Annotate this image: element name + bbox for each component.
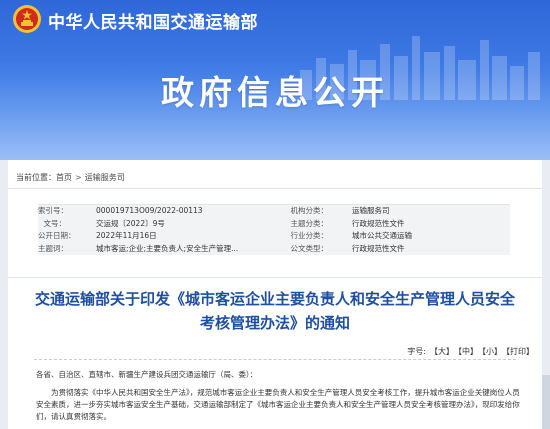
document-type-label: 公文类型： (290, 243, 329, 253)
industry-category-label: 行业分类： (290, 231, 329, 240)
index-number-value: 000019713O09/2022-00113 (96, 206, 203, 215)
font-size-medium-button[interactable]: 【中】 (458, 347, 478, 356)
index-number-label: 索引号： (38, 206, 68, 215)
publish-date-value: 2022年11月16日 (96, 231, 157, 240)
font-size-large-button[interactable]: 【大】 (430, 347, 454, 356)
breadcrumb: 当前位置：首页 > 运输服务司 (16, 172, 125, 183)
document-body: 各省、自治区、直辖市、新疆生产建设兵团交通运输厅（局、委）： 为贯彻落实《中华人… (36, 369, 524, 429)
divider (8, 188, 542, 189)
banner-title: 政府信息公开 (161, 73, 389, 112)
industry-category-value: 城市公共交通运输 (352, 231, 412, 240)
national-emblem-icon (13, 5, 41, 33)
recipients-text: 各省、自治区、直辖市、新疆生产建设兵团交通运输厅（局、委）： (36, 370, 258, 379)
metadata-row: 索引号： 000019713O09/2022-00113 机构分类： 运输服务司 (38, 205, 510, 218)
breadcrumb-label: 当前位置： (16, 173, 56, 182)
topic-category-label: 主题分类： (290, 218, 329, 228)
metadata-row: 主题词： 城市客运;企业;主要负责人;安全生产管理... 公文类型： 行政规范性… (38, 243, 510, 256)
ministry-name[interactable]: 中华人民共和国交通运输部 (48, 8, 258, 33)
breadcrumb-separator: > (75, 173, 82, 182)
dashed-divider (34, 359, 516, 360)
header-banner: 中华人民共和国交通运输部 政府信息公开 (0, 0, 550, 160)
agency-category-label: 机构分类： (290, 206, 329, 215)
font-size-small-button[interactable]: 【小】 (482, 347, 502, 356)
document-title: 交通运输部关于印发《城市客运企业主要负责人和安全生产管理人员安全考核管理办法》的… (34, 290, 515, 332)
body-paragraph: 为贯彻落实《中华人民共和国安全生产法》，规范城市客运企业主要负责人和安全生产管理… (36, 388, 520, 421)
print-button[interactable]: 【打印】 (506, 347, 534, 356)
keywords-value: 城市客运;企业;主要负责人;安全生产管理... (96, 243, 239, 253)
breadcrumb-home[interactable]: 首页 (56, 173, 72, 182)
breadcrumb-transport-services[interactable]: 运输服务司 (85, 173, 125, 182)
metadata-row: 文号： 交运规〔2022〕9号 主题分类： 行政规范性文件 (38, 218, 510, 231)
metadata-row: 公开日期： 2022年11月16日 行业分类： 城市公共交通运输 (38, 230, 510, 243)
font-size-label: 字号: (407, 347, 426, 356)
agency-category-value: 运输服务司 (352, 206, 390, 215)
topic-category-value: 行政规范性文件 (352, 218, 405, 228)
side-tab[interactable] (542, 375, 550, 429)
document-type-value: 行政规范性文件 (352, 243, 405, 253)
document-number-value: 交运规〔2022〕9号 (96, 218, 165, 228)
keywords-label: 主题词： (38, 243, 68, 253)
content-panel: 当前位置：首页 > 运输服务司 索引号： 000019713O09/2022-001… (8, 160, 542, 429)
font-size-controls: 字号: 【大】 【中】 【小】 【打印】 (407, 346, 534, 357)
divider (8, 277, 542, 278)
document-number-label: 文号： (43, 218, 67, 228)
metadata-table: 索引号： 000019713O09/2022-00113 机构分类： 运输服务司… (38, 204, 510, 255)
publish-date-label: 公开日期： (38, 231, 76, 240)
